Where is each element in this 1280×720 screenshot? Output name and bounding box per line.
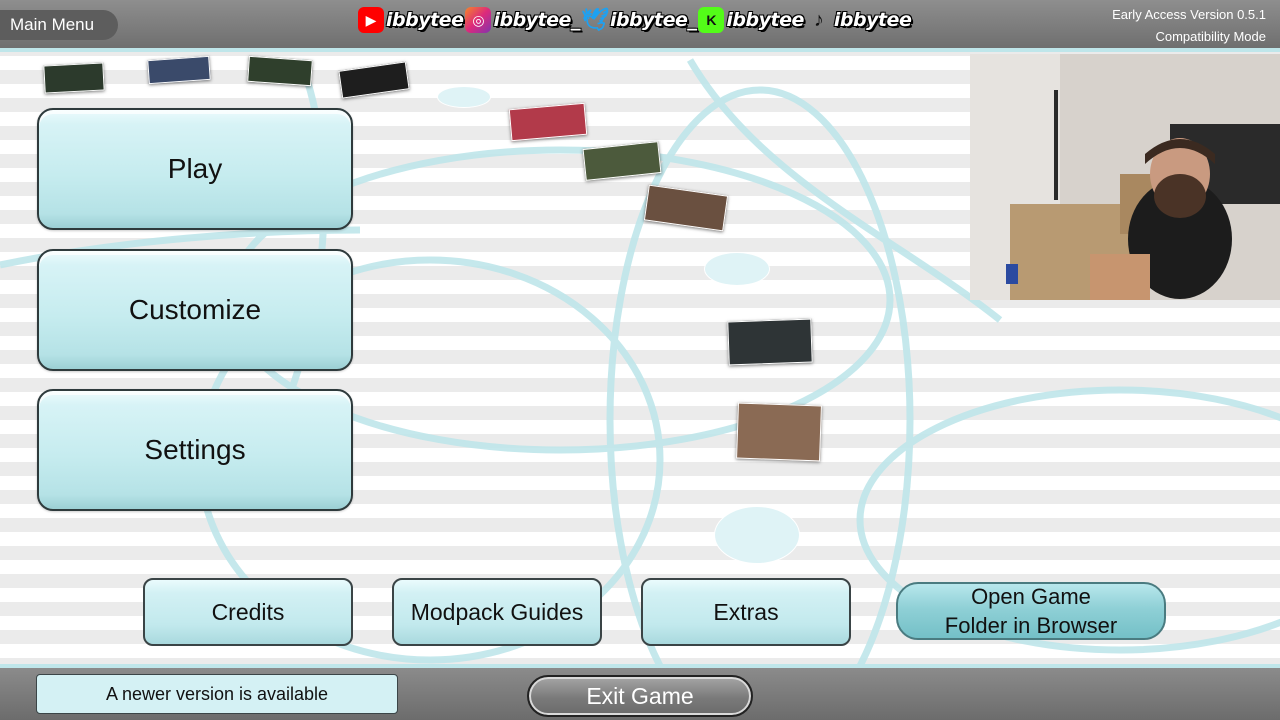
track-node bbox=[714, 506, 800, 564]
youtube-icon: ▶ bbox=[358, 7, 384, 33]
track-node bbox=[704, 252, 770, 286]
social-handle: ibbytee_ bbox=[493, 9, 580, 31]
compatibility-label: Compatibility Mode bbox=[1155, 29, 1266, 44]
social-youtube: ▶ ibbytee bbox=[358, 7, 464, 33]
top-bar: Main Menu ▶ ibbytee ◎ ibbytee_ 🕊 ibbytee… bbox=[0, 0, 1280, 48]
credits-button[interactable]: Credits bbox=[143, 578, 353, 646]
track-node bbox=[437, 86, 491, 108]
album-card bbox=[247, 55, 313, 87]
album-card bbox=[727, 318, 813, 366]
play-button[interactable]: Play bbox=[37, 108, 353, 230]
settings-button[interactable]: Settings bbox=[37, 389, 353, 511]
social-handle: ibbytee bbox=[726, 9, 804, 31]
header-divider bbox=[0, 48, 1280, 52]
version-label: Early Access Version 0.5.1 bbox=[1112, 7, 1266, 22]
social-twitter: 🕊 ibbytee_ bbox=[580, 7, 697, 33]
social-handle: ibbytee_ bbox=[609, 9, 697, 31]
social-kick: K ibbytee bbox=[698, 7, 804, 33]
customize-button[interactable]: Customize bbox=[37, 249, 353, 371]
webcam-feed bbox=[970, 54, 1280, 300]
kick-icon: K bbox=[698, 7, 725, 33]
album-card bbox=[508, 102, 588, 142]
instagram-icon: ◎ bbox=[465, 7, 492, 33]
tiktok-icon: ♪ bbox=[813, 8, 824, 31]
webcam-overlay bbox=[970, 54, 1280, 300]
twitter-icon: 🕊 bbox=[580, 7, 609, 32]
extras-button[interactable]: Extras bbox=[641, 578, 851, 646]
social-handle: ibbytee bbox=[833, 9, 912, 31]
social-links: ▶ ibbytee ◎ ibbytee_ 🕊 ibbytee_ K ibbyte… bbox=[358, 5, 913, 35]
screen-title: Main Menu bbox=[0, 10, 118, 40]
version-info: Early Access Version 0.5.1 Compatibility… bbox=[1112, 4, 1266, 48]
album-card bbox=[147, 55, 211, 85]
social-tiktok: ♪ ibbytee bbox=[806, 7, 912, 33]
update-notice[interactable]: A newer version is available bbox=[36, 674, 398, 714]
album-card bbox=[43, 62, 105, 94]
exit-game-button[interactable]: Exit Game bbox=[527, 675, 753, 717]
social-handle: ibbytee bbox=[386, 9, 464, 31]
open-game-folder-button[interactable]: Open Game Folder in Browser bbox=[896, 582, 1166, 640]
album-card bbox=[736, 402, 822, 462]
modpack-guides-button[interactable]: Modpack Guides bbox=[392, 578, 602, 646]
social-instagram: ◎ ibbytee_ bbox=[465, 7, 580, 33]
